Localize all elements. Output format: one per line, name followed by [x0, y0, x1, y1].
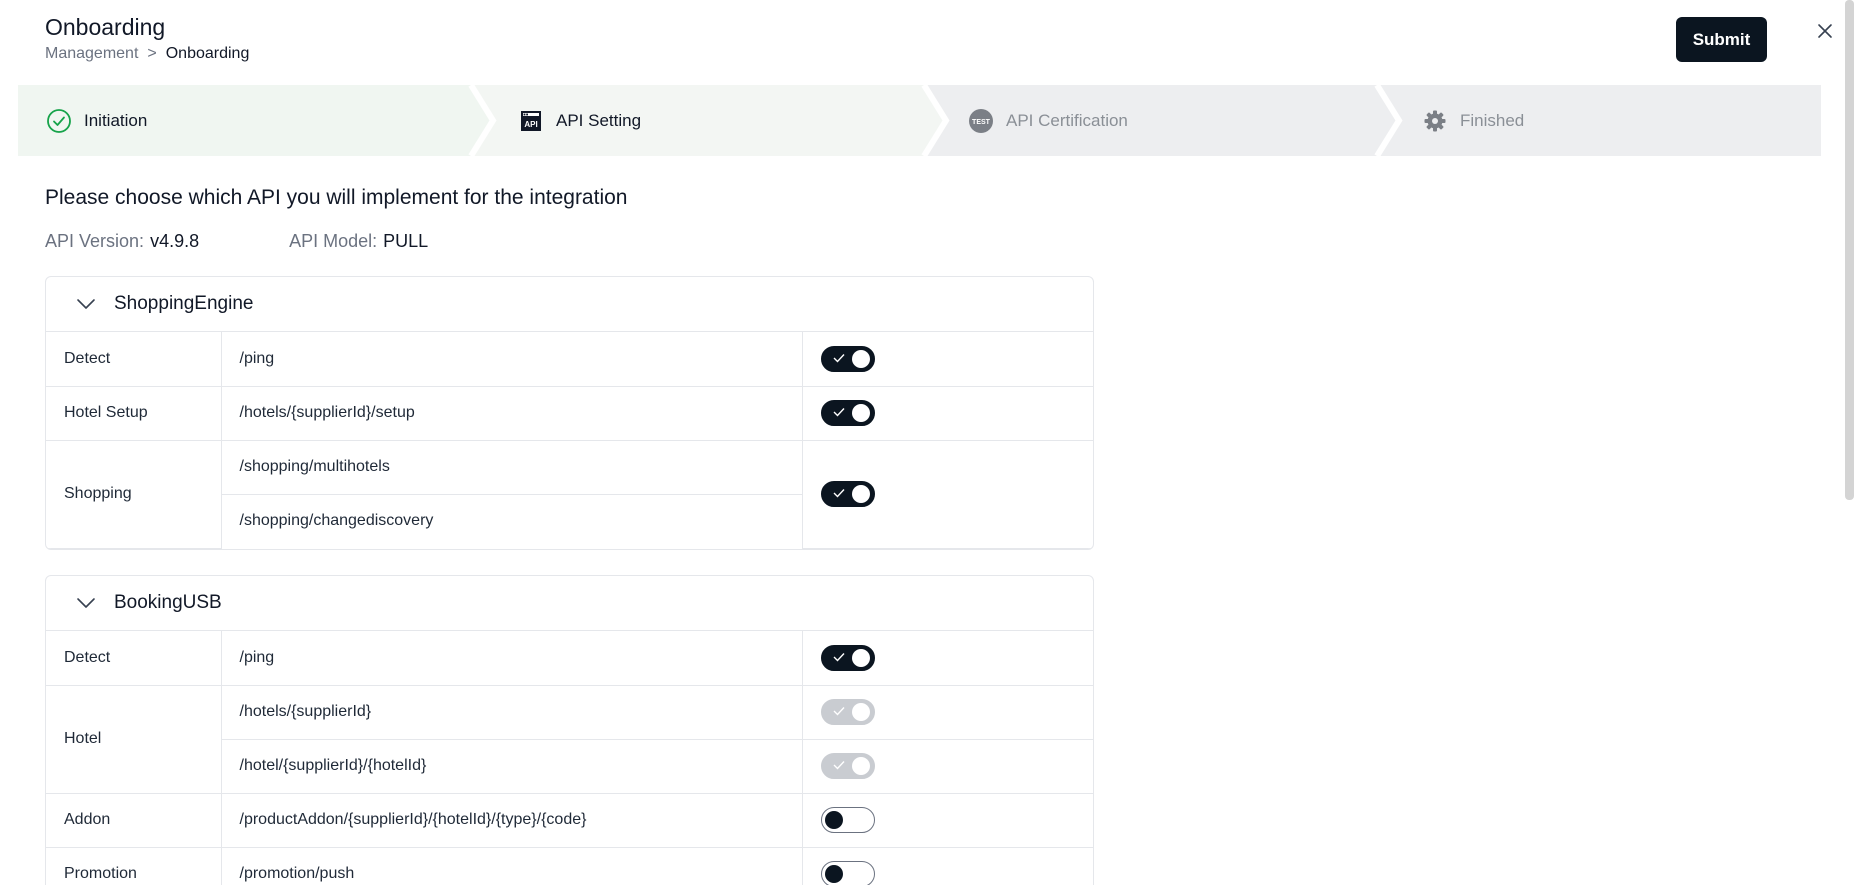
row-path: /hotels/{supplierId}/setup	[221, 386, 803, 441]
panel-bookingusb: BookingUSB Detect /ping Hotel /hotels/{s…	[45, 575, 1094, 885]
row-category: Shopping	[46, 440, 222, 549]
row-path: /shopping/changediscovery	[221, 494, 803, 548]
chevron-down-icon	[73, 597, 99, 609]
page-scrollbar[interactable]	[1845, 0, 1854, 500]
close-button[interactable]	[1812, 18, 1838, 44]
api-table: Detect /ping Hotel Setup /hotels/{suppli…	[46, 332, 1093, 549]
row-category: Hotel	[46, 685, 222, 794]
page-header: Onboarding Management > Onboarding Submi…	[0, 0, 1854, 84]
check-icon	[833, 353, 845, 363]
toggle-hotel-setup[interactable]	[820, 400, 875, 426]
chevron-down-icon	[73, 298, 99, 310]
row-path: /ping	[221, 332, 803, 387]
onboarding-stepper: Initiation API API Setting TEST API Cert…	[18, 85, 1821, 156]
table-row: Detect /ping	[46, 631, 1093, 686]
row-category: Promotion	[46, 847, 222, 885]
api-version-label: API Version:	[45, 231, 145, 251]
api-table: Detect /ping Hotel /hotels/{supplierId} …	[46, 631, 1093, 885]
close-icon	[1818, 24, 1832, 38]
breadcrumb-item-management[interactable]: Management	[45, 45, 138, 63]
row-path: /promotion/push	[221, 847, 803, 885]
check-icon	[833, 489, 845, 498]
svg-text:TEST: TEST	[972, 119, 991, 126]
row-category: Detect	[46, 631, 222, 686]
check-icon	[833, 707, 845, 716]
breadcrumb-separator: >	[147, 45, 157, 62]
panel-header-shoppingengine[interactable]: ShoppingEngine	[46, 277, 1093, 332]
gear-icon	[1422, 108, 1448, 134]
toggle-hotel-detail[interactable]	[820, 753, 875, 779]
row-path: /productAddon/{supplierId}/{hotelId}/{ty…	[221, 793, 803, 848]
panel-shoppingengine: ShoppingEngine Detect /ping Hotel Setup …	[45, 276, 1094, 550]
check-icon	[833, 408, 845, 417]
step-initiation[interactable]: Initiation	[46, 85, 147, 156]
api-model-value: PULL	[383, 231, 429, 251]
table-row: Promotion /promotion/push	[46, 847, 1093, 885]
breadcrumb-item-onboarding: Onboarding	[165, 45, 250, 62]
step-finished[interactable]: Finished	[1422, 85, 1524, 156]
row-path: /hotel/{supplierId}/{hotelId}	[221, 739, 803, 794]
toggle-detect[interactable]	[820, 644, 875, 671]
toggle-shopping[interactable]	[820, 481, 875, 507]
table-row: Hotel Setup /hotels/{supplierId}/setup	[46, 386, 1093, 441]
api-meta: API Version: v4.9.8 API Model: PULL	[45, 231, 428, 252]
table-row: Shopping /shopping/multihotels	[46, 440, 1093, 549]
row-category: Addon	[46, 793, 222, 848]
toggle-detect[interactable]	[820, 345, 875, 372]
stepper-background	[18, 85, 1821, 156]
row-category: Detect	[46, 332, 222, 387]
row-path: /ping	[221, 631, 803, 686]
step-api-certification[interactable]: TEST API Certification	[968, 85, 1128, 156]
step-label: Finished	[1460, 110, 1525, 130]
breadcrumb: Management > Onboarding	[45, 45, 249, 63]
toggle-addon[interactable]	[820, 807, 875, 833]
row-path: /hotels/{supplierId}	[221, 685, 803, 740]
test-badge-icon: TEST	[968, 108, 994, 134]
submit-button[interactable]: Submit	[1676, 17, 1767, 62]
toggle-hotel-list[interactable]	[820, 699, 875, 725]
row-path: /shopping/multihotels	[221, 440, 803, 495]
check-icon	[833, 652, 845, 662]
api-version-value: v4.9.8	[150, 231, 200, 251]
step-label: API Setting	[556, 110, 642, 130]
section-question: Please choose which API you will impleme…	[45, 186, 628, 209]
check-icon	[833, 761, 845, 770]
step-api-setting[interactable]: API API Setting	[518, 85, 641, 156]
check-circle-icon	[46, 108, 72, 134]
table-row: Addon /productAddon/{supplierId}/{hotelI…	[46, 793, 1093, 848]
step-label: API Certification	[1006, 110, 1128, 130]
toggle-promotion[interactable]	[820, 861, 875, 885]
table-row: Detect /ping	[46, 332, 1093, 387]
row-category: Hotel Setup	[46, 386, 222, 441]
step-label: Initiation	[84, 110, 148, 130]
panel-header-bookingusb[interactable]: BookingUSB	[46, 576, 1093, 631]
svg-text:API: API	[524, 120, 537, 129]
api-icon: API	[518, 108, 544, 134]
panel-title: BookingUSB	[114, 592, 222, 613]
page-title: Onboarding	[45, 14, 166, 40]
panel-title: ShoppingEngine	[114, 293, 254, 314]
table-row: Hotel /hotels/{supplierId}	[46, 685, 1093, 794]
api-model-label: API Model:	[289, 231, 378, 251]
